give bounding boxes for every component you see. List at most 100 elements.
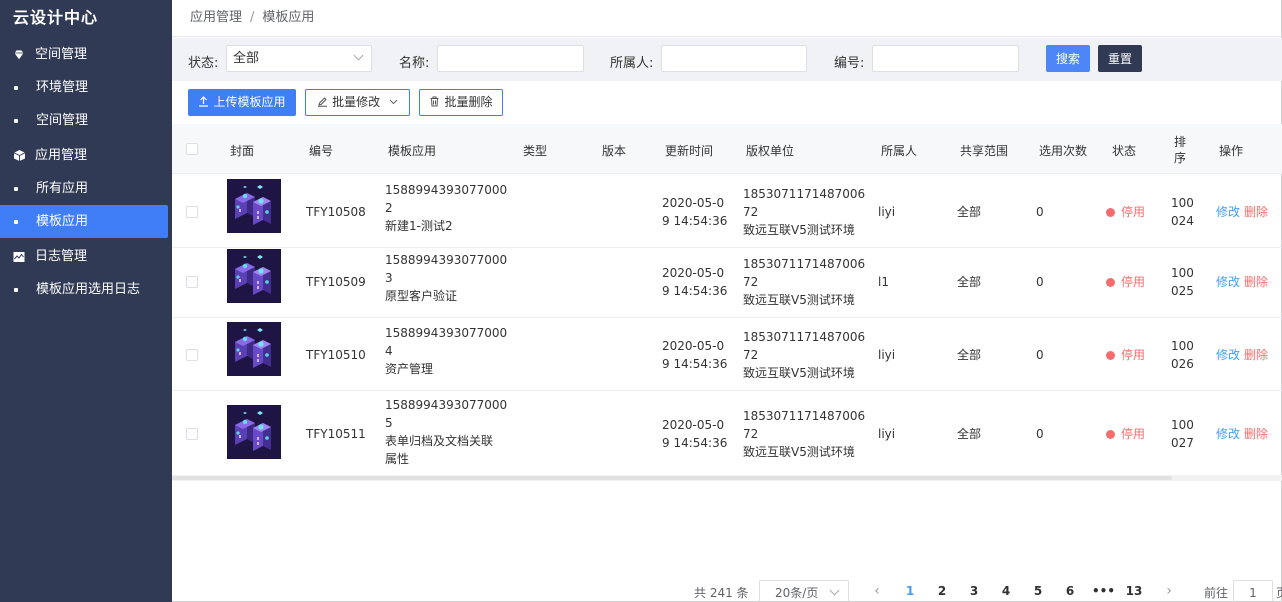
diamond-icon [12, 48, 26, 62]
batch-delete-label: 批量删除 [444, 95, 493, 109]
sidebar-group-6[interactable]: 日志管理 [0, 240, 172, 273]
row-copyright-name: 致远互联V5测试环境 [743, 222, 855, 237]
prev-page-icon[interactable]: ‹ [869, 583, 885, 599]
page-number[interactable]: 6 [1060, 584, 1080, 598]
delete-link[interactable]: 删除 [1244, 275, 1268, 289]
row-sort-line1: 100 [1171, 265, 1194, 280]
row-app-id: 1588994393077000 [385, 326, 508, 340]
row-app-name: 1588994393077000 5 表单归档及文档关联 属性 [385, 396, 507, 468]
bullet-icon [14, 85, 18, 90]
search-button[interactable]: 搜索 [1046, 45, 1090, 72]
sidebar-item-4[interactable]: 所有应用 [0, 172, 172, 205]
page-size-select[interactable]: 20条/页 [759, 580, 849, 602]
sidebar-group-3[interactable]: 应用管理 [0, 139, 172, 172]
page-number[interactable]: 2 [932, 584, 952, 598]
header-copyright: 版权单位 [746, 144, 795, 158]
edit-link[interactable]: 修改 [1216, 348, 1240, 362]
delete-link[interactable]: 删除 [1244, 348, 1268, 362]
cover-image [227, 249, 281, 303]
delete-link[interactable]: 删除 [1244, 427, 1268, 441]
scrollbar-thumb[interactable] [172, 476, 1172, 480]
owner-input[interactable] [661, 45, 807, 72]
more-pages-icon[interactable]: ••• [1092, 584, 1115, 598]
page-number[interactable]: 1 [900, 584, 920, 598]
reset-button[interactable]: 重置 [1098, 45, 1142, 72]
row-sort-line1: 100 [1171, 417, 1194, 432]
header-updated: 更新时间 [665, 144, 714, 158]
breadcrumb-parent[interactable]: 应用管理 [190, 10, 242, 25]
status-select[interactable]: 全部 [226, 45, 372, 72]
header-sort-line1: 排 [1174, 135, 1187, 149]
row-copyright-id-suffix: 72 [743, 426, 759, 441]
row-ops: 修改 删除 [1216, 425, 1268, 443]
row-app-id-suffix: 5 [385, 416, 393, 430]
row-count: 0 [1036, 426, 1044, 441]
delete-link[interactable]: 删除 [1244, 205, 1268, 219]
row-share: 全部 [957, 426, 982, 441]
row-updated-date: 2020-05-0 [662, 195, 725, 210]
sidebar-group-label: 日志管理 [35, 249, 88, 264]
row-status: 停用 [1106, 203, 1145, 221]
row-count: 0 [1036, 204, 1044, 219]
table-row: TFY10510 1588994393077000 4 资产管理 2020-05-0 9 … [172, 318, 1282, 391]
sidebar-item-7[interactable]: 模板应用选用日志 [0, 273, 172, 306]
table-row: TFY10511 1588994393077000 5 表单归档及文档关联 属性 2020… [172, 391, 1282, 476]
header-code: 编号 [309, 144, 334, 158]
page-number[interactable]: 5 [1028, 584, 1048, 598]
page-number[interactable]: 13 [1124, 584, 1144, 598]
upload-template-label: 上传模板应用 [213, 95, 286, 109]
app-title: 云设计中心 [13, 8, 99, 27]
header-sort: 排序 [1174, 134, 1186, 166]
row-copyright: 1853071171487006 72 致远互联V5测试环境 [743, 185, 865, 239]
horizontal-scrollbar[interactable] [172, 475, 1282, 481]
cover-image [227, 322, 281, 376]
status-dot-icon [1106, 207, 1115, 217]
upload-template-button[interactable]: 上传模板应用 [188, 89, 296, 116]
name-input[interactable] [437, 45, 584, 72]
row-app-name: 1588994393077000 4 资产管理 [385, 324, 507, 378]
edit-link[interactable]: 修改 [1216, 275, 1240, 289]
filter-bar: 状态: 全部 名称: 所属人: 编号: 搜索 重置 [172, 38, 1282, 81]
sidebar-item-label: 环境管理 [36, 80, 89, 95]
edit-link[interactable]: 修改 [1216, 427, 1240, 441]
goto-label: 前往 [1204, 586, 1229, 600]
row-app-id: 1588994393077000 [385, 183, 508, 197]
pagination: 共 241 条 20条/页 ‹ 123456•••13 › 前往 1 页 [172, 580, 1282, 602]
sidebar-item-5[interactable]: 模板应用 [0, 205, 168, 238]
batch-edit-label: 批量修改 [332, 95, 381, 109]
row-copyright-id: 1853071171487006 [743, 329, 866, 344]
next-page-icon[interactable]: › [1161, 583, 1177, 599]
row-checkbox[interactable] [186, 427, 198, 440]
row-owner: liyi [878, 347, 896, 362]
table-header: 封面 编号 模板应用 类型 版本 更新时间 版权单位 所属人 共享范围 选用次数… [172, 124, 1282, 174]
row-copyright-id: 1853071171487006 [743, 256, 866, 271]
header-share: 共享范围 [960, 144, 1009, 158]
breadcrumb: 应用管理 / 模板应用 [172, 0, 1281, 37]
row-checkbox[interactable] [186, 205, 198, 218]
sidebar-item-2[interactable]: 空间管理 [0, 104, 172, 137]
batch-edit-button[interactable]: 批量修改 [305, 89, 410, 116]
select-all-checkbox[interactable] [186, 143, 198, 155]
row-checkbox[interactable] [186, 348, 198, 361]
edit-link[interactable]: 修改 [1216, 205, 1240, 219]
row-updated-date: 2020-05-0 [662, 265, 725, 280]
code-input[interactable] [872, 45, 1019, 72]
header-status: 状态 [1112, 144, 1137, 158]
header-count: 选用次数 [1039, 144, 1088, 158]
row-app-title: 资产管理 [385, 362, 434, 376]
page-number[interactable]: 4 [996, 584, 1016, 598]
goto-page-input[interactable]: 1 [1233, 580, 1273, 602]
row-code: TFY10511 [306, 426, 366, 441]
row-ops: 修改 删除 [1216, 273, 1268, 291]
page-number[interactable]: 3 [964, 584, 984, 598]
row-checkbox[interactable] [186, 275, 198, 288]
row-copyright-id-suffix: 72 [743, 347, 759, 362]
row-sort-line2: 026 [1171, 356, 1194, 371]
row-share: 全部 [957, 274, 982, 289]
sidebar-group-0[interactable]: 空间管理 [0, 38, 172, 71]
status-dot-icon [1106, 277, 1115, 287]
batch-delete-button[interactable]: 批量删除 [419, 89, 503, 116]
main-content: 应用管理 / 模板应用 状态: 全部 名称: 所属人: 编号: 搜索 重置 上传模板… [172, 0, 1282, 602]
sidebar-item-1[interactable]: 环境管理 [0, 71, 172, 104]
row-updated-date: 2020-05-0 [662, 338, 725, 353]
